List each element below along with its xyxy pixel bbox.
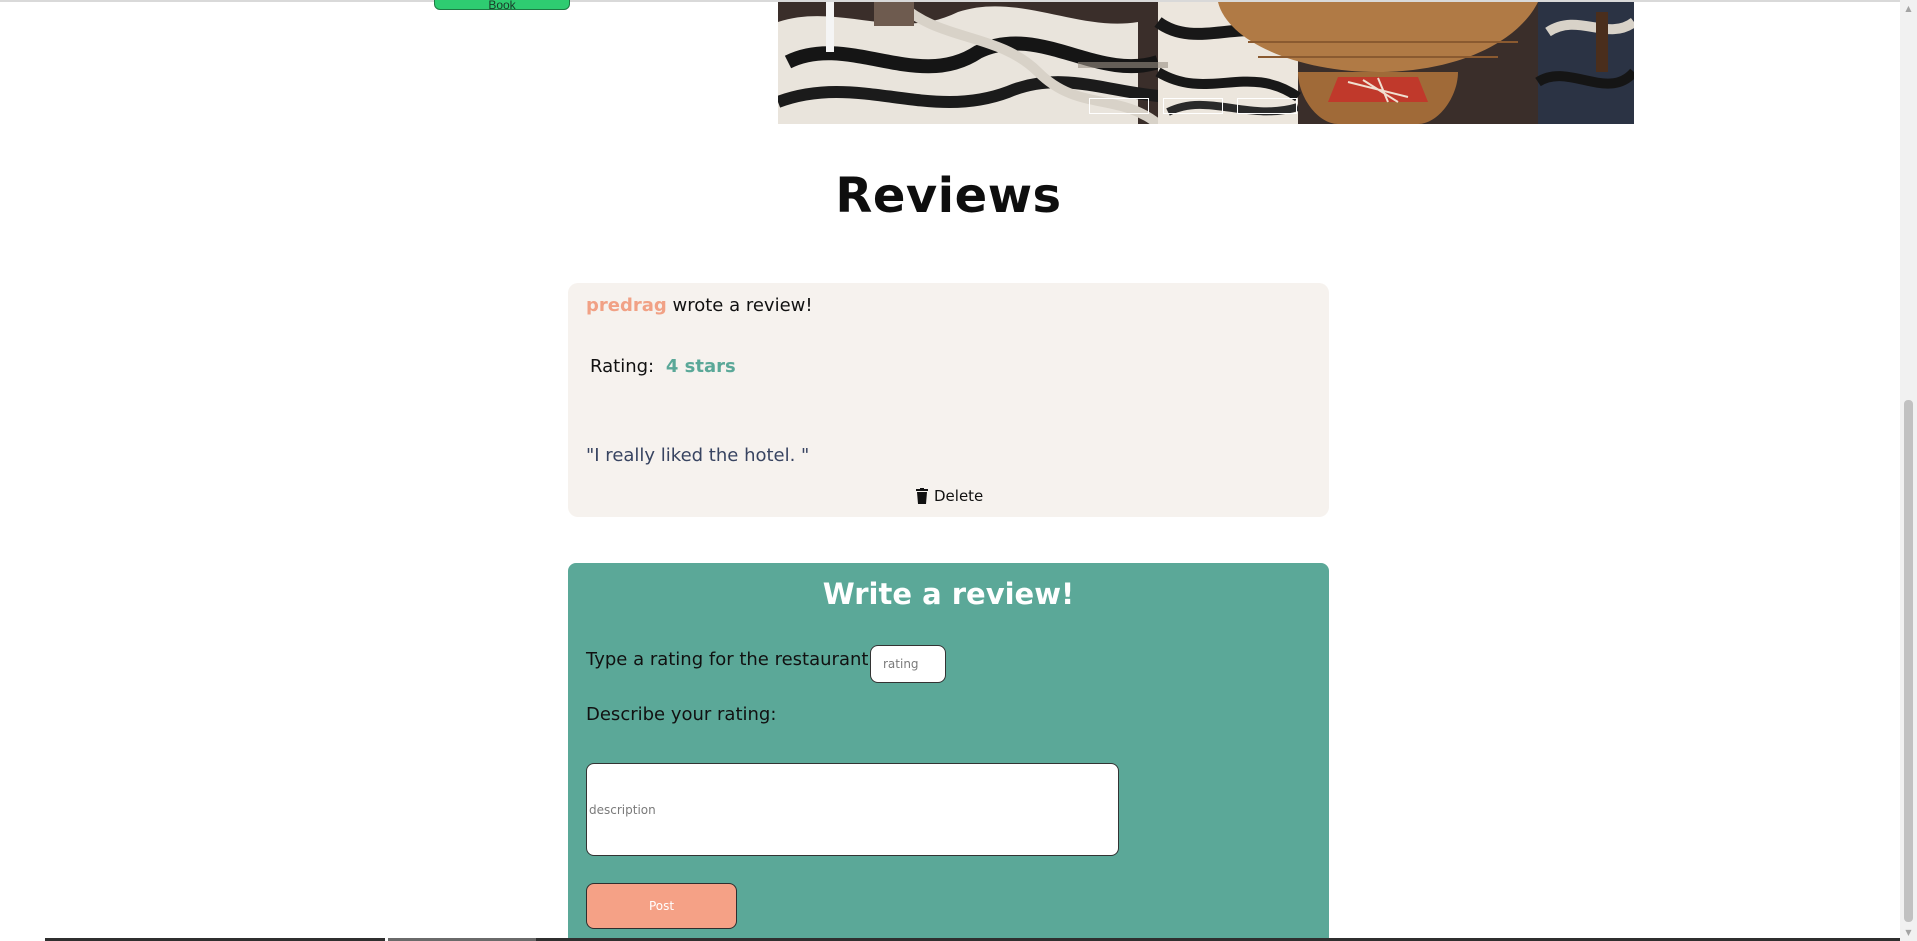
write-review-form: Write a review! Type a rating for the re…: [568, 563, 1329, 941]
post-button[interactable]: Post: [586, 883, 737, 929]
description-input[interactable]: [586, 763, 1119, 856]
trash-icon: [916, 488, 928, 504]
carousel-indicator-2[interactable]: [1163, 98, 1223, 114]
scroll-down-icon[interactable]: ▼: [1900, 924, 1917, 941]
rating-label: Rating:: [590, 356, 655, 377]
review-text: "I really liked the hotel. ": [586, 445, 810, 466]
carousel-indicator-1[interactable]: [1089, 98, 1149, 114]
reviews-heading: Reviews: [835, 168, 1062, 224]
review-card: predrag wrote a review! Rating: 4 stars …: [568, 283, 1329, 517]
write-review-title: Write a review!: [822, 577, 1075, 611]
vertical-scrollbar[interactable]: ▲ ▼: [1900, 0, 1917, 941]
scrollbar-thumb[interactable]: [1904, 400, 1913, 922]
book-button[interactable]: Book: [434, 0, 570, 10]
hotel-image-carousel: [778, 2, 1634, 124]
delete-review-button[interactable]: Delete: [916, 487, 983, 505]
carousel-indicator-3[interactable]: [1237, 98, 1297, 114]
scroll-up-icon[interactable]: ▲: [1900, 0, 1917, 17]
rating-value: 4 stars: [665, 356, 736, 377]
review-wrote-text: wrote a review!: [672, 295, 813, 316]
rating-input[interactable]: [870, 645, 946, 683]
delete-label: Delete: [934, 487, 984, 505]
reviewer-name: predrag: [586, 295, 667, 316]
page: Book Reviews predrag wrote a review! Rat…: [0, 0, 1917, 941]
review-header: predrag wrote a review!: [586, 295, 813, 316]
rating-input-label: Type a rating for the restaurant:: [586, 649, 875, 670]
review-rating: Rating: 4 stars: [590, 356, 736, 377]
description-input-label: Describe your rating:: [586, 704, 777, 725]
